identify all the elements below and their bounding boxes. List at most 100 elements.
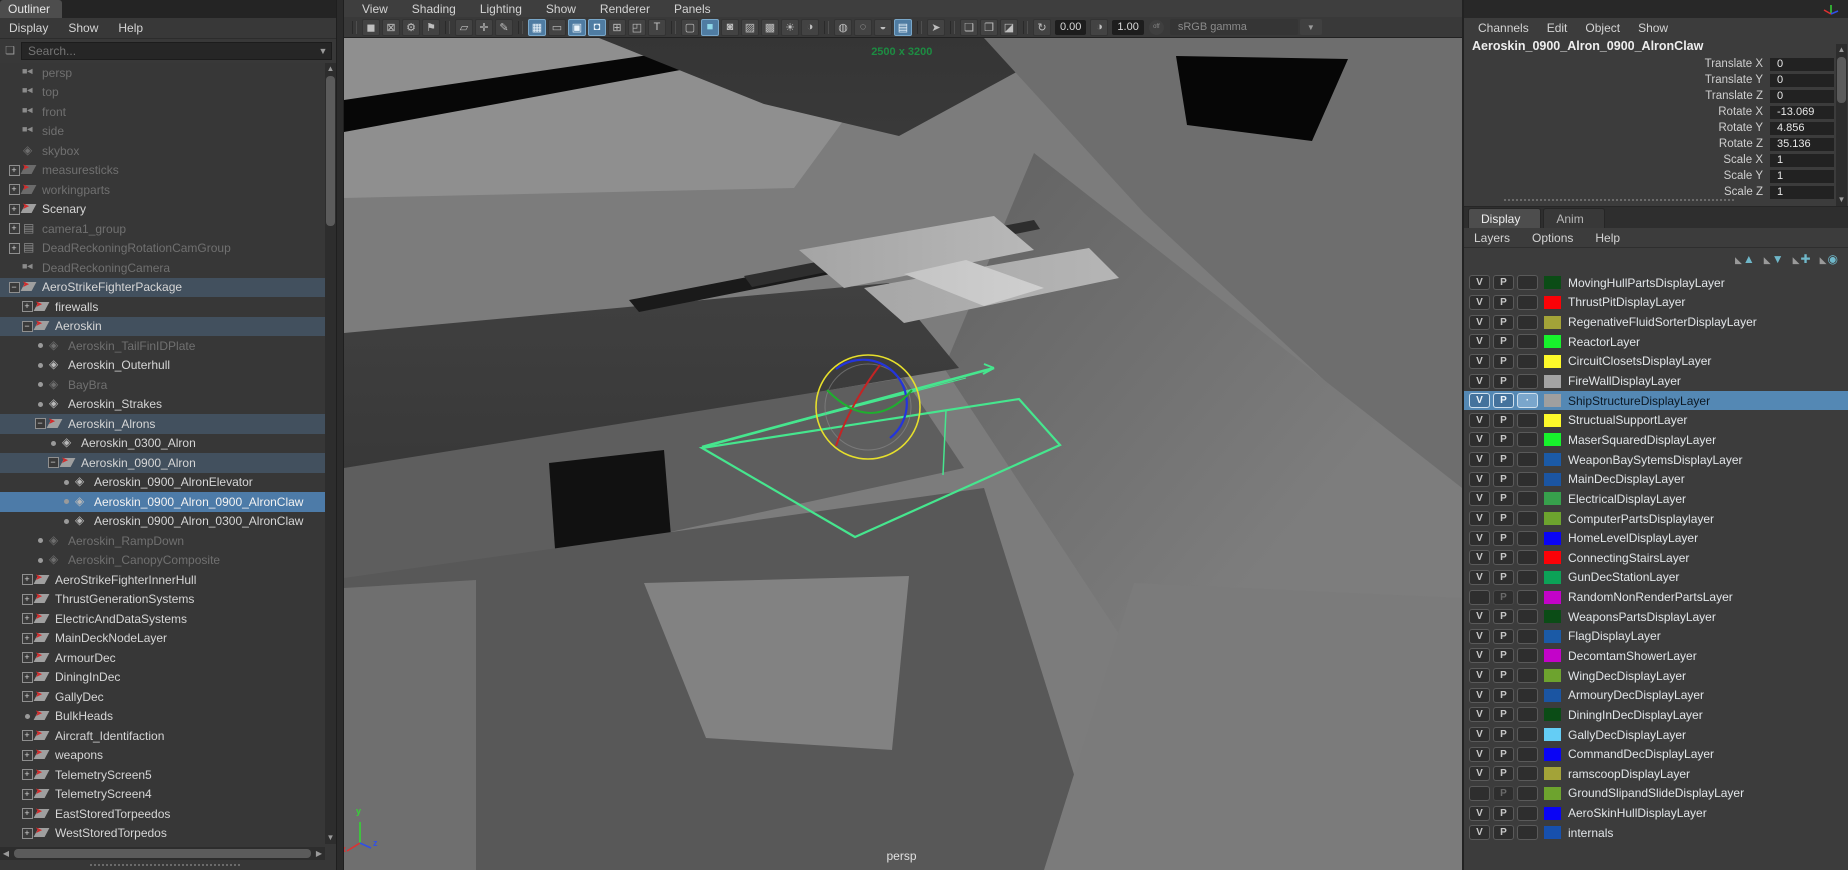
layer-color-swatch[interactable]	[1544, 787, 1561, 800]
layer-playback-toggle[interactable]: P	[1493, 707, 1514, 722]
tree-item-Aeroskin_Outerhull[interactable]: Aeroskin_Outerhull	[0, 356, 325, 376]
layer-row-WeaponBaySytemsDisplayLayer[interactable]: VP·WeaponBaySytemsDisplayLayer	[1464, 450, 1848, 470]
layer-playback-toggle[interactable]: P	[1493, 374, 1514, 389]
layer-playback-toggle[interactable]: P	[1493, 472, 1514, 487]
layer-color-swatch[interactable]	[1544, 807, 1561, 820]
move-layer-up-icon[interactable]: ▲	[1735, 252, 1755, 266]
layer-playback-toggle[interactable]: P	[1493, 511, 1514, 526]
menu-channels[interactable]: Channels	[1478, 21, 1529, 35]
layer-visibility-toggle[interactable]: V	[1469, 550, 1490, 565]
depth-of-field-icon[interactable]: ◒	[874, 19, 892, 36]
layer-playback-toggle[interactable]: P	[1493, 609, 1514, 624]
layer-playback-toggle[interactable]: P	[1493, 334, 1514, 349]
exposure-field[interactable]: 0.00	[1055, 20, 1086, 35]
layer-row-CircuitClosetsDisplayLayer[interactable]: VP·CircuitClosetsDisplayLayer	[1464, 352, 1848, 372]
layer-display-type-toggle[interactable]: ·	[1517, 413, 1538, 428]
menu-renderer[interactable]: Renderer	[600, 2, 650, 16]
layer-row-GunDecStationLayer[interactable]: VP·GunDecStationLayer	[1464, 568, 1848, 588]
layer-playback-toggle[interactable]: P	[1493, 531, 1514, 546]
gamma-field[interactable]: 1.00	[1112, 20, 1143, 35]
expand-icon[interactable]: +	[19, 828, 35, 839]
layer-visibility-toggle[interactable]: V	[1469, 570, 1490, 585]
camera-icon[interactable]: ◼	[362, 19, 380, 36]
layer-row-MovingHullPartsDisplayLayer[interactable]: VP·MovingHullPartsDisplayLayer	[1464, 273, 1848, 293]
layer-color-swatch[interactable]	[1544, 394, 1561, 407]
expand-icon[interactable]: +	[19, 672, 35, 683]
tree-item-DeadReckoningRotationCamGroup[interactable]: +DeadReckoningRotationCamGroup	[0, 239, 325, 259]
tree-item-DeadReckoningCamera[interactable]: DeadReckoningCamera	[0, 258, 325, 278]
expand-icon[interactable]: +	[6, 223, 22, 234]
layer-display-type-toggle[interactable]: ·	[1517, 825, 1538, 840]
expand-collapse-icon[interactable]: ❏	[2, 43, 18, 59]
search-input[interactable]	[22, 44, 315, 58]
contrast-icon[interactable]: ◑	[1090, 19, 1108, 36]
menu-lighting[interactable]: Lighting	[480, 2, 522, 16]
expand-icon[interactable]: +	[6, 243, 22, 254]
layer-color-swatch[interactable]	[1544, 355, 1561, 368]
layer-visibility-toggle[interactable]: V	[1469, 590, 1490, 605]
layer-row-FlagDisplayLayer[interactable]: VP·FlagDisplayLayer	[1464, 627, 1848, 647]
channel-box-scroll-thumb[interactable]	[1837, 57, 1846, 103]
tree-item-weapons[interactable]: +weapons	[0, 746, 325, 766]
layer-color-swatch[interactable]	[1544, 316, 1561, 329]
layer-display-type-toggle[interactable]: ·	[1517, 727, 1538, 742]
shaded-icon[interactable]: ■	[701, 19, 719, 36]
layer-visibility-toggle[interactable]: V	[1469, 491, 1490, 506]
layer-playback-toggle[interactable]: P	[1493, 747, 1514, 762]
layer-color-swatch[interactable]	[1544, 591, 1561, 604]
layer-playback-toggle[interactable]: P	[1493, 668, 1514, 683]
layer-color-swatch[interactable]	[1544, 492, 1561, 505]
layer-playback-toggle[interactable]: P	[1493, 806, 1514, 821]
bookmark-icon[interactable]: ⚑	[422, 19, 440, 36]
layer-color-swatch[interactable]	[1544, 669, 1561, 682]
layer-visibility-toggle[interactable]: V	[1469, 393, 1490, 408]
layer-playback-toggle[interactable]: P	[1493, 570, 1514, 585]
film-gate-icon[interactable]: ▭	[548, 19, 566, 36]
scroll-up-icon[interactable]: ▲	[325, 63, 336, 75]
channel-box-scrollbar[interactable]: ▲ ▼	[1836, 44, 1847, 206]
attribute-value-field[interactable]: 0	[1770, 74, 1834, 87]
scroll-up-icon[interactable]: ▲	[1836, 44, 1847, 56]
layer-playback-toggle[interactable]: P	[1493, 590, 1514, 605]
tree-item-BayBra[interactable]: BayBra	[0, 375, 325, 395]
wireframe-on-shaded-icon[interactable]: ◙	[721, 19, 739, 36]
layer-row-ReactorLayer[interactable]: VP·ReactorLayer	[1464, 332, 1848, 352]
menu-help[interactable]: Help	[118, 21, 143, 35]
attribute-value-field[interactable]: 1	[1770, 154, 1834, 167]
layer-visibility-toggle[interactable]: V	[1469, 315, 1490, 330]
layer-display-type-toggle[interactable]: ·	[1517, 374, 1538, 389]
layer-display-type-toggle[interactable]: ·	[1517, 570, 1538, 585]
layer-color-swatch[interactable]	[1544, 708, 1561, 721]
layer-visibility-toggle[interactable]: V	[1469, 806, 1490, 821]
collapse-icon[interactable]: −	[6, 282, 22, 293]
isolate-select-icon[interactable]: ❏	[960, 19, 978, 36]
tree-item-TelemetryScreen4[interactable]: +TelemetryScreen4	[0, 785, 325, 805]
select-tool-icon[interactable]: ➤	[927, 19, 945, 36]
layer-row-RandomNonRenderPartsLayer[interactable]: VP·RandomNonRenderPartsLayer	[1464, 587, 1848, 607]
tree-item-Aircraft_Identifaction[interactable]: +Aircraft_Identifaction	[0, 726, 325, 746]
layer-visibility-toggle[interactable]: V	[1469, 432, 1490, 447]
layer-color-swatch[interactable]	[1544, 649, 1561, 662]
layer-color-swatch[interactable]	[1544, 630, 1561, 643]
selected-object-name[interactable]: Aeroskin_0900_Alron_0900_AlronClaw	[1464, 37, 1848, 55]
layer-display-type-toggle[interactable]: ·	[1517, 432, 1538, 447]
layer-visibility-toggle[interactable]: V	[1469, 747, 1490, 762]
snapshot-icon[interactable]: ◪	[1000, 19, 1018, 36]
tree-item-MainDeckNodeLayer[interactable]: +MainDeckNodeLayer	[0, 629, 325, 649]
layer-color-swatch[interactable]	[1544, 512, 1561, 525]
layer-row-RegenativeFluidSorterDisplayLayer[interactable]: VP·RegenativeFluidSorterDisplayLayer	[1464, 312, 1848, 332]
layer-color-swatch[interactable]	[1544, 551, 1561, 564]
tree-item-AeroStrikeFighterInnerHull[interactable]: +AeroStrikeFighterInnerHull	[0, 570, 325, 590]
outliner-vertical-scrollbar[interactable]: ▲ ▼	[325, 63, 336, 844]
menu-display[interactable]: Display	[9, 21, 48, 35]
layer-row-ComputerPartsDisplaylayer[interactable]: VP·ComputerPartsDisplaylayer	[1464, 509, 1848, 529]
tree-item-ElectricAndDataSystems[interactable]: +ElectricAndDataSystems	[0, 609, 325, 629]
layer-playback-toggle[interactable]: P	[1493, 825, 1514, 840]
layer-row-HomeLevelDisplayLayer[interactable]: VP·HomeLevelDisplayLayer	[1464, 528, 1848, 548]
menu-options[interactable]: Options	[1532, 231, 1573, 245]
layer-playback-toggle[interactable]: P	[1493, 452, 1514, 467]
tree-item-ArmourDec[interactable]: +ArmourDec	[0, 648, 325, 668]
attribute-value-field[interactable]: 35.136	[1770, 138, 1834, 151]
layer-playback-toggle[interactable]: P	[1493, 786, 1514, 801]
layer-display-type-toggle[interactable]: ·	[1517, 531, 1538, 546]
